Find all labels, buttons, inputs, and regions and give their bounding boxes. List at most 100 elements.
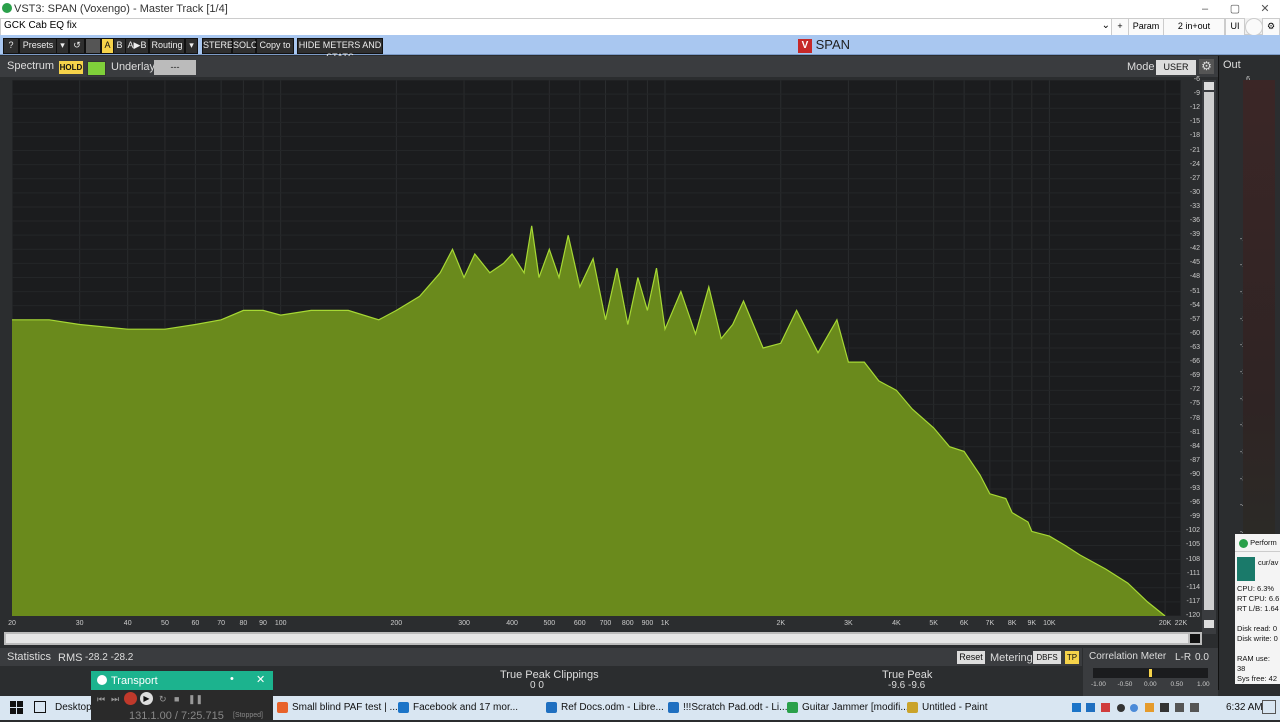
windows-start-icon[interactable] (10, 701, 23, 714)
pause-icon[interactable]: ❚❚ (188, 694, 203, 705)
correlation-tick-label: 1.00 (1197, 681, 1210, 688)
ui-button[interactable]: UI (1225, 18, 1245, 36)
record-icon[interactable] (124, 692, 137, 705)
scroll-right-arrow-icon[interactable] (1190, 634, 1200, 643)
hold-button[interactable]: HOLD (59, 61, 83, 74)
taskbar-app-button[interactable]: Small blind PAF test | ... (274, 697, 410, 719)
undo-icon[interactable]: ↺ (69, 38, 85, 54)
skip-forward-icon[interactable]: ⏭ (111, 694, 119, 705)
param-button[interactable]: Param (1128, 18, 1164, 36)
db-tick-label: -72 (1189, 386, 1200, 394)
reset-button[interactable]: Reset (957, 651, 985, 664)
taskbar-app-button[interactable]: !!!Scratch Pad.odt - Li... (665, 697, 801, 719)
spectrum-display[interactable] (11, 79, 1182, 617)
gear-icon[interactable]: ⚙ (1199, 59, 1214, 74)
redo-button[interactable] (85, 38, 101, 54)
close-button[interactable]: ✕ (1250, 0, 1280, 18)
freq-tick-label: 50 (161, 620, 169, 627)
freq-tick-label: 400 (506, 620, 518, 627)
routing-dropdown-icon[interactable]: ▾ (185, 38, 198, 54)
mode-select[interactable]: USER (1156, 60, 1196, 75)
task-view-icon[interactable] (34, 701, 46, 713)
taskbar-app-button[interactable]: Facebook and 17 mor... (395, 697, 531, 719)
correlation-bar (1093, 668, 1208, 678)
underlay-select[interactable]: --- (154, 60, 196, 75)
presets-dropdown-icon[interactable]: ▾ (56, 38, 69, 54)
copy-to-button[interactable]: Copy to (256, 38, 294, 54)
spectrum-color-toggle[interactable] (87, 61, 106, 76)
transport-pin-icon[interactable]: • (230, 673, 234, 685)
perf-line: Disk write: 0 (1237, 634, 1278, 643)
perf-line: Sys free: 42 (1237, 674, 1278, 683)
reaper-icon (1239, 538, 1248, 548)
true-peak-clippings-values: 0 0 (530, 680, 544, 691)
freq-tick-label: 20 (8, 620, 16, 627)
hide-meters-button[interactable]: HIDE METERS AND STATS (297, 38, 383, 62)
clock-icon[interactable] (1245, 18, 1263, 36)
routing-button[interactable]: Routing (149, 38, 185, 54)
vertical-scrollbar[interactable] (1202, 80, 1216, 634)
correlation-tick-label: 0.50 (1170, 681, 1184, 688)
correlation-tick-label: -1.00 (1091, 681, 1106, 688)
db-tick-label: -48 (1189, 273, 1200, 281)
db-tick-label: -111 (1187, 569, 1200, 577)
rms-values: -28.2 -28.2 (85, 652, 134, 663)
perf-line: Disk read: 0 (1237, 624, 1278, 633)
settings-icon[interactable]: ⚙ (1262, 18, 1280, 36)
correlation-mode: L-R (1175, 652, 1192, 663)
minimize-button[interactable]: – (1190, 0, 1220, 18)
taskbar-app-button[interactable]: Untitled - Paint (904, 697, 1040, 719)
vertical-scroll-thumb[interactable] (1204, 92, 1214, 610)
horizontal-scrollbar[interactable] (4, 632, 1202, 645)
play-icon[interactable]: ▶ (140, 692, 153, 705)
underlay-label: Underlay (111, 61, 156, 73)
correlation-meter: Correlation Meter L-R 0.0 -1.00 -0.50 0.00… (1083, 648, 1218, 696)
scroll-up-arrow-icon[interactable] (1204, 82, 1214, 90)
system-tray[interactable] (1070, 702, 1210, 714)
db-tick-label: -30 (1189, 188, 1200, 196)
correlation-value: 0.0 (1195, 652, 1209, 663)
solo-button[interactable]: SOLO (232, 38, 258, 54)
app-icon (277, 702, 288, 713)
skip-back-icon[interactable]: ⏮ (97, 694, 105, 705)
desktop-toolbar[interactable]: Desktop (55, 702, 92, 713)
horizontal-scroll-thumb[interactable] (6, 634, 1188, 643)
transport-close-icon[interactable]: ✕ (256, 673, 265, 686)
taskbar-app-label: Facebook and 17 mor... (413, 702, 519, 713)
app-icon (787, 702, 798, 713)
add-preset-button[interactable]: + (1111, 18, 1129, 36)
presets-button[interactable]: Presets (19, 38, 57, 54)
metering-select[interactable]: DBFS (1033, 651, 1061, 664)
taskbar-app-button[interactable]: Guitar Jammer [modifi... (784, 697, 920, 719)
rms-label: RMS (58, 652, 83, 664)
freq-tick-label: 300 (458, 620, 470, 627)
db-tick-label: -93 (1189, 485, 1200, 493)
preset-select[interactable]: GCK Cab EQ fix ⌄ (0, 18, 1115, 36)
perf-title: Perform (1250, 538, 1277, 547)
stop-icon[interactable]: ■ (174, 694, 179, 704)
taskbar-app-button[interactable]: Ref Docs.odm - Libre... (543, 697, 679, 719)
tp-toggle[interactable]: TP (1065, 651, 1079, 664)
db-tick-label: -87 (1189, 456, 1200, 464)
db-tick-label: -12 (1189, 104, 1200, 112)
preset-name: GCK Cab EQ fix (4, 20, 77, 31)
db-tick-label: -66 (1189, 358, 1200, 366)
taskbar-clock: 6:32 AM (1226, 702, 1263, 713)
ab-copy-button[interactable]: A▶B (125, 38, 149, 54)
db-tick-label: -60 (1189, 329, 1200, 337)
db-tick-label: -99 (1189, 513, 1200, 521)
perf-line: RAM use: 38 (1237, 654, 1270, 673)
stereo-button[interactable]: STEREO (202, 38, 240, 54)
freq-tick-label: 40 (123, 620, 132, 627)
io-button[interactable]: 2 in+out (1163, 18, 1225, 36)
notification-icon[interactable] (1262, 700, 1276, 714)
scroll-down-arrow-icon[interactable] (1204, 620, 1214, 628)
help-button[interactable]: ? (3, 38, 19, 54)
freq-tick-label: 10K (1043, 620, 1056, 627)
freq-tick-label: 22K (1174, 620, 1188, 627)
loop-icon[interactable]: ↻ (159, 694, 167, 705)
maximize-button[interactable]: ▢ (1220, 0, 1250, 18)
correlation-indicator (1149, 669, 1152, 677)
logo-text: SPAN (815, 37, 851, 52)
db-tick-label: -75 (1189, 400, 1200, 408)
